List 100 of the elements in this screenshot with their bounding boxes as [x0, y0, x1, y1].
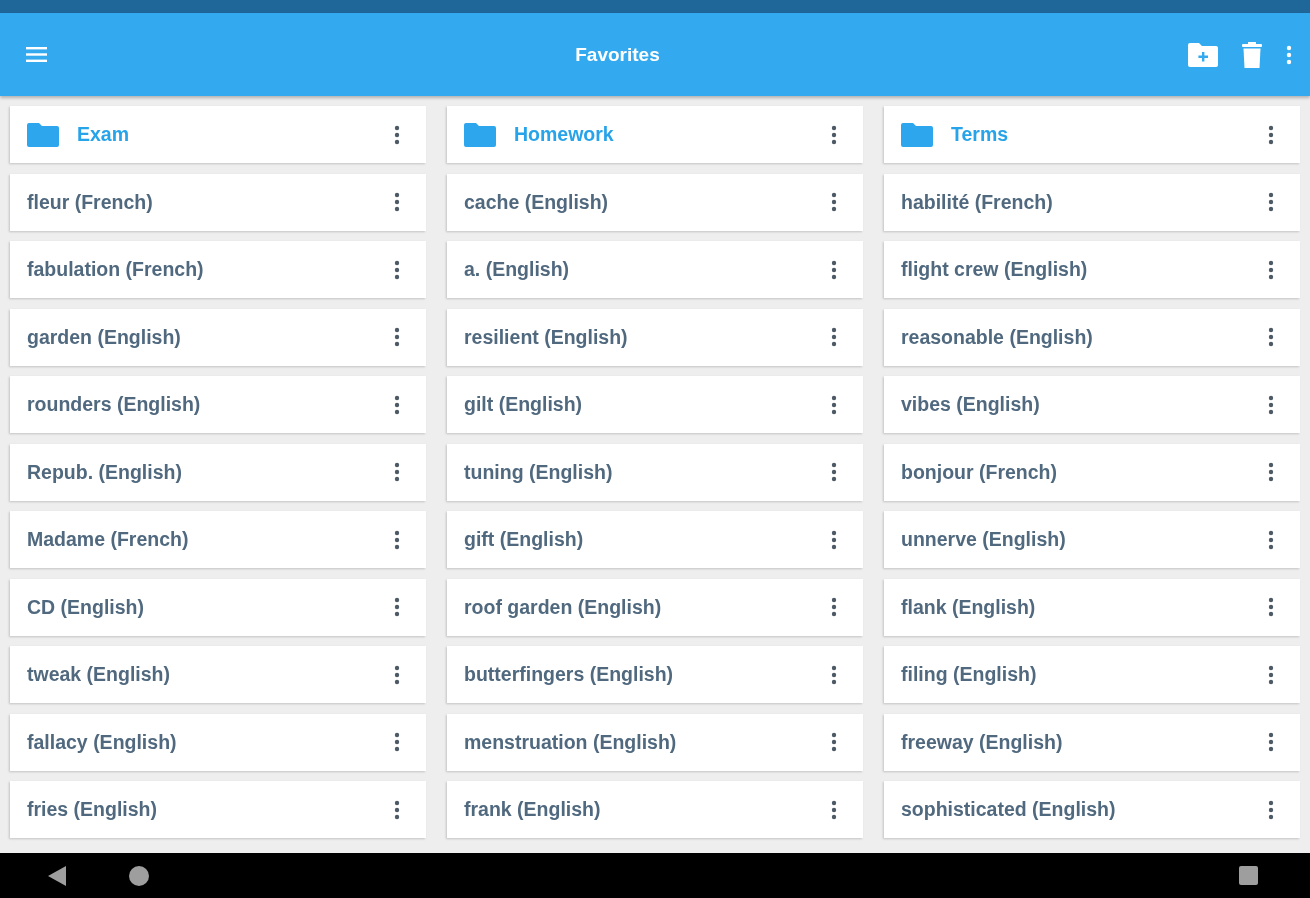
item-label: habilité (French) [901, 190, 1054, 214]
word-item[interactable]: cache (English) [447, 173, 863, 231]
word-item[interactable]: rounders (English) [10, 376, 426, 433]
word-item[interactable]: menstruation (English) [447, 713, 863, 771]
more-options-icon[interactable] [831, 394, 837, 415]
folder-icon [27, 122, 59, 147]
word-item[interactable]: fallacy (English) [10, 713, 426, 771]
home-icon[interactable] [129, 865, 149, 886]
word-item[interactable]: Madame (French) [10, 511, 426, 568]
word-item[interactable]: fabulation (French) [10, 241, 426, 298]
menu-icon[interactable] [26, 47, 47, 62]
more-options-icon[interactable] [831, 529, 837, 550]
more-options-icon[interactable] [831, 462, 837, 482]
word-item[interactable]: roof garden (English) [447, 578, 863, 636]
item-label: roof garden (English) [464, 595, 663, 619]
trash-icon[interactable] [1242, 41, 1262, 68]
item-label: unnerve (English) [901, 528, 1067, 551]
more-options-icon[interactable] [831, 664, 837, 685]
word-item[interactable]: frank (English) [447, 781, 863, 838]
word-item[interactable]: vibes (English) [884, 376, 1300, 433]
more-options-icon[interactable] [394, 597, 400, 617]
word-item[interactable]: butterfingers (English) [447, 646, 863, 703]
more-options-icon[interactable] [1268, 462, 1274, 482]
item-label: Homework [514, 123, 615, 146]
item-label: a. (English) [464, 258, 571, 281]
more-options-icon[interactable] [394, 124, 400, 145]
word-item[interactable]: unnerve (English) [884, 511, 1300, 568]
item-label: CD (English) [27, 595, 145, 619]
item-label: resilient (English) [464, 325, 629, 349]
word-item[interactable]: tweak (English) [10, 646, 426, 703]
item-label: reasonable (English) [901, 325, 1094, 349]
item-label: sophisticated (English) [901, 798, 1117, 821]
item-label: tweak (English) [27, 663, 172, 686]
more-options-icon[interactable] [394, 462, 400, 482]
item-label: fries (English) [27, 798, 159, 821]
word-item[interactable]: gift (English) [447, 511, 863, 568]
more-options-icon[interactable] [1268, 597, 1274, 617]
word-item[interactable]: reasonable (English) [884, 308, 1300, 366]
back-icon[interactable] [48, 865, 66, 886]
item-label: Madame (French) [27, 528, 190, 551]
item-label: gift (English) [464, 528, 585, 551]
more-options-icon[interactable] [394, 799, 400, 820]
word-item[interactable]: freeway (English) [884, 713, 1300, 771]
item-label: frank (English) [464, 798, 602, 821]
word-item[interactable]: bonjour (French) [884, 443, 1300, 501]
item-label: filing (English) [901, 663, 1038, 686]
more-options-icon[interactable] [831, 192, 837, 212]
item-label: Exam [77, 123, 131, 146]
word-item[interactable]: resilient (English) [447, 308, 863, 366]
more-options-icon[interactable] [1268, 394, 1274, 415]
word-item[interactable]: CD (English) [10, 578, 426, 636]
more-options-icon[interactable] [1268, 192, 1274, 212]
more-options-icon[interactable] [831, 799, 837, 820]
more-options-icon[interactable] [831, 597, 837, 617]
more-options-icon[interactable] [394, 732, 400, 752]
word-item[interactable]: sophisticated (English) [884, 781, 1300, 838]
word-item[interactable]: filing (English) [884, 646, 1300, 703]
word-item[interactable]: garden (English) [10, 308, 426, 366]
more-options-icon[interactable] [394, 394, 400, 415]
more-options-icon[interactable] [1268, 124, 1274, 145]
more-options-icon[interactable] [394, 192, 400, 212]
more-options-icon[interactable] [394, 327, 400, 347]
item-label: butterfingers (English) [464, 663, 675, 686]
word-item[interactable]: Repub. (English) [10, 443, 426, 501]
item-label: Terms [951, 123, 1010, 146]
new-folder-icon[interactable] [1188, 42, 1218, 67]
item-label: vibes (English) [901, 393, 1041, 416]
item-label: fallacy (English) [27, 730, 178, 754]
item-label: cache (English) [464, 190, 610, 214]
word-item[interactable]: habilité (French) [884, 173, 1300, 231]
more-options-icon[interactable] [1268, 664, 1274, 685]
item-label: flight crew (English) [901, 258, 1089, 281]
more-options-icon[interactable] [1268, 259, 1274, 280]
more-options-icon[interactable] [394, 664, 400, 685]
more-options-icon[interactable] [1268, 799, 1274, 820]
more-options-icon[interactable] [1268, 732, 1274, 752]
item-label: fabulation (French) [27, 258, 205, 281]
word-item[interactable]: tuning (English) [447, 443, 863, 501]
more-options-icon[interactable] [394, 529, 400, 550]
screen-title: Favorites [574, 43, 661, 66]
more-options-icon[interactable] [831, 327, 837, 347]
word-item[interactable]: flight crew (English) [884, 241, 1300, 298]
more-options-icon[interactable] [831, 124, 837, 145]
item-label: garden (English) [27, 325, 182, 349]
more-options-icon[interactable] [1268, 327, 1274, 347]
more-options-icon[interactable] [394, 259, 400, 280]
folder-icon [901, 122, 933, 147]
more-options-icon[interactable] [1268, 529, 1274, 550]
word-item[interactable]: a. (English) [447, 241, 863, 298]
item-label: menstruation (English) [464, 730, 678, 754]
word-item[interactable]: flank (English) [884, 578, 1300, 636]
more-options-icon[interactable] [831, 732, 837, 752]
word-item[interactable]: fleur (French) [10, 173, 426, 231]
word-item[interactable]: gilt (English) [447, 376, 863, 433]
more-options-icon[interactable] [831, 259, 837, 280]
item-label: bonjour (French) [901, 460, 1058, 484]
item-label: flank (English) [901, 595, 1037, 619]
word-item[interactable]: fries (English) [10, 781, 426, 838]
item-label: gilt (English) [464, 393, 584, 416]
item-label: tuning (English) [464, 460, 614, 484]
